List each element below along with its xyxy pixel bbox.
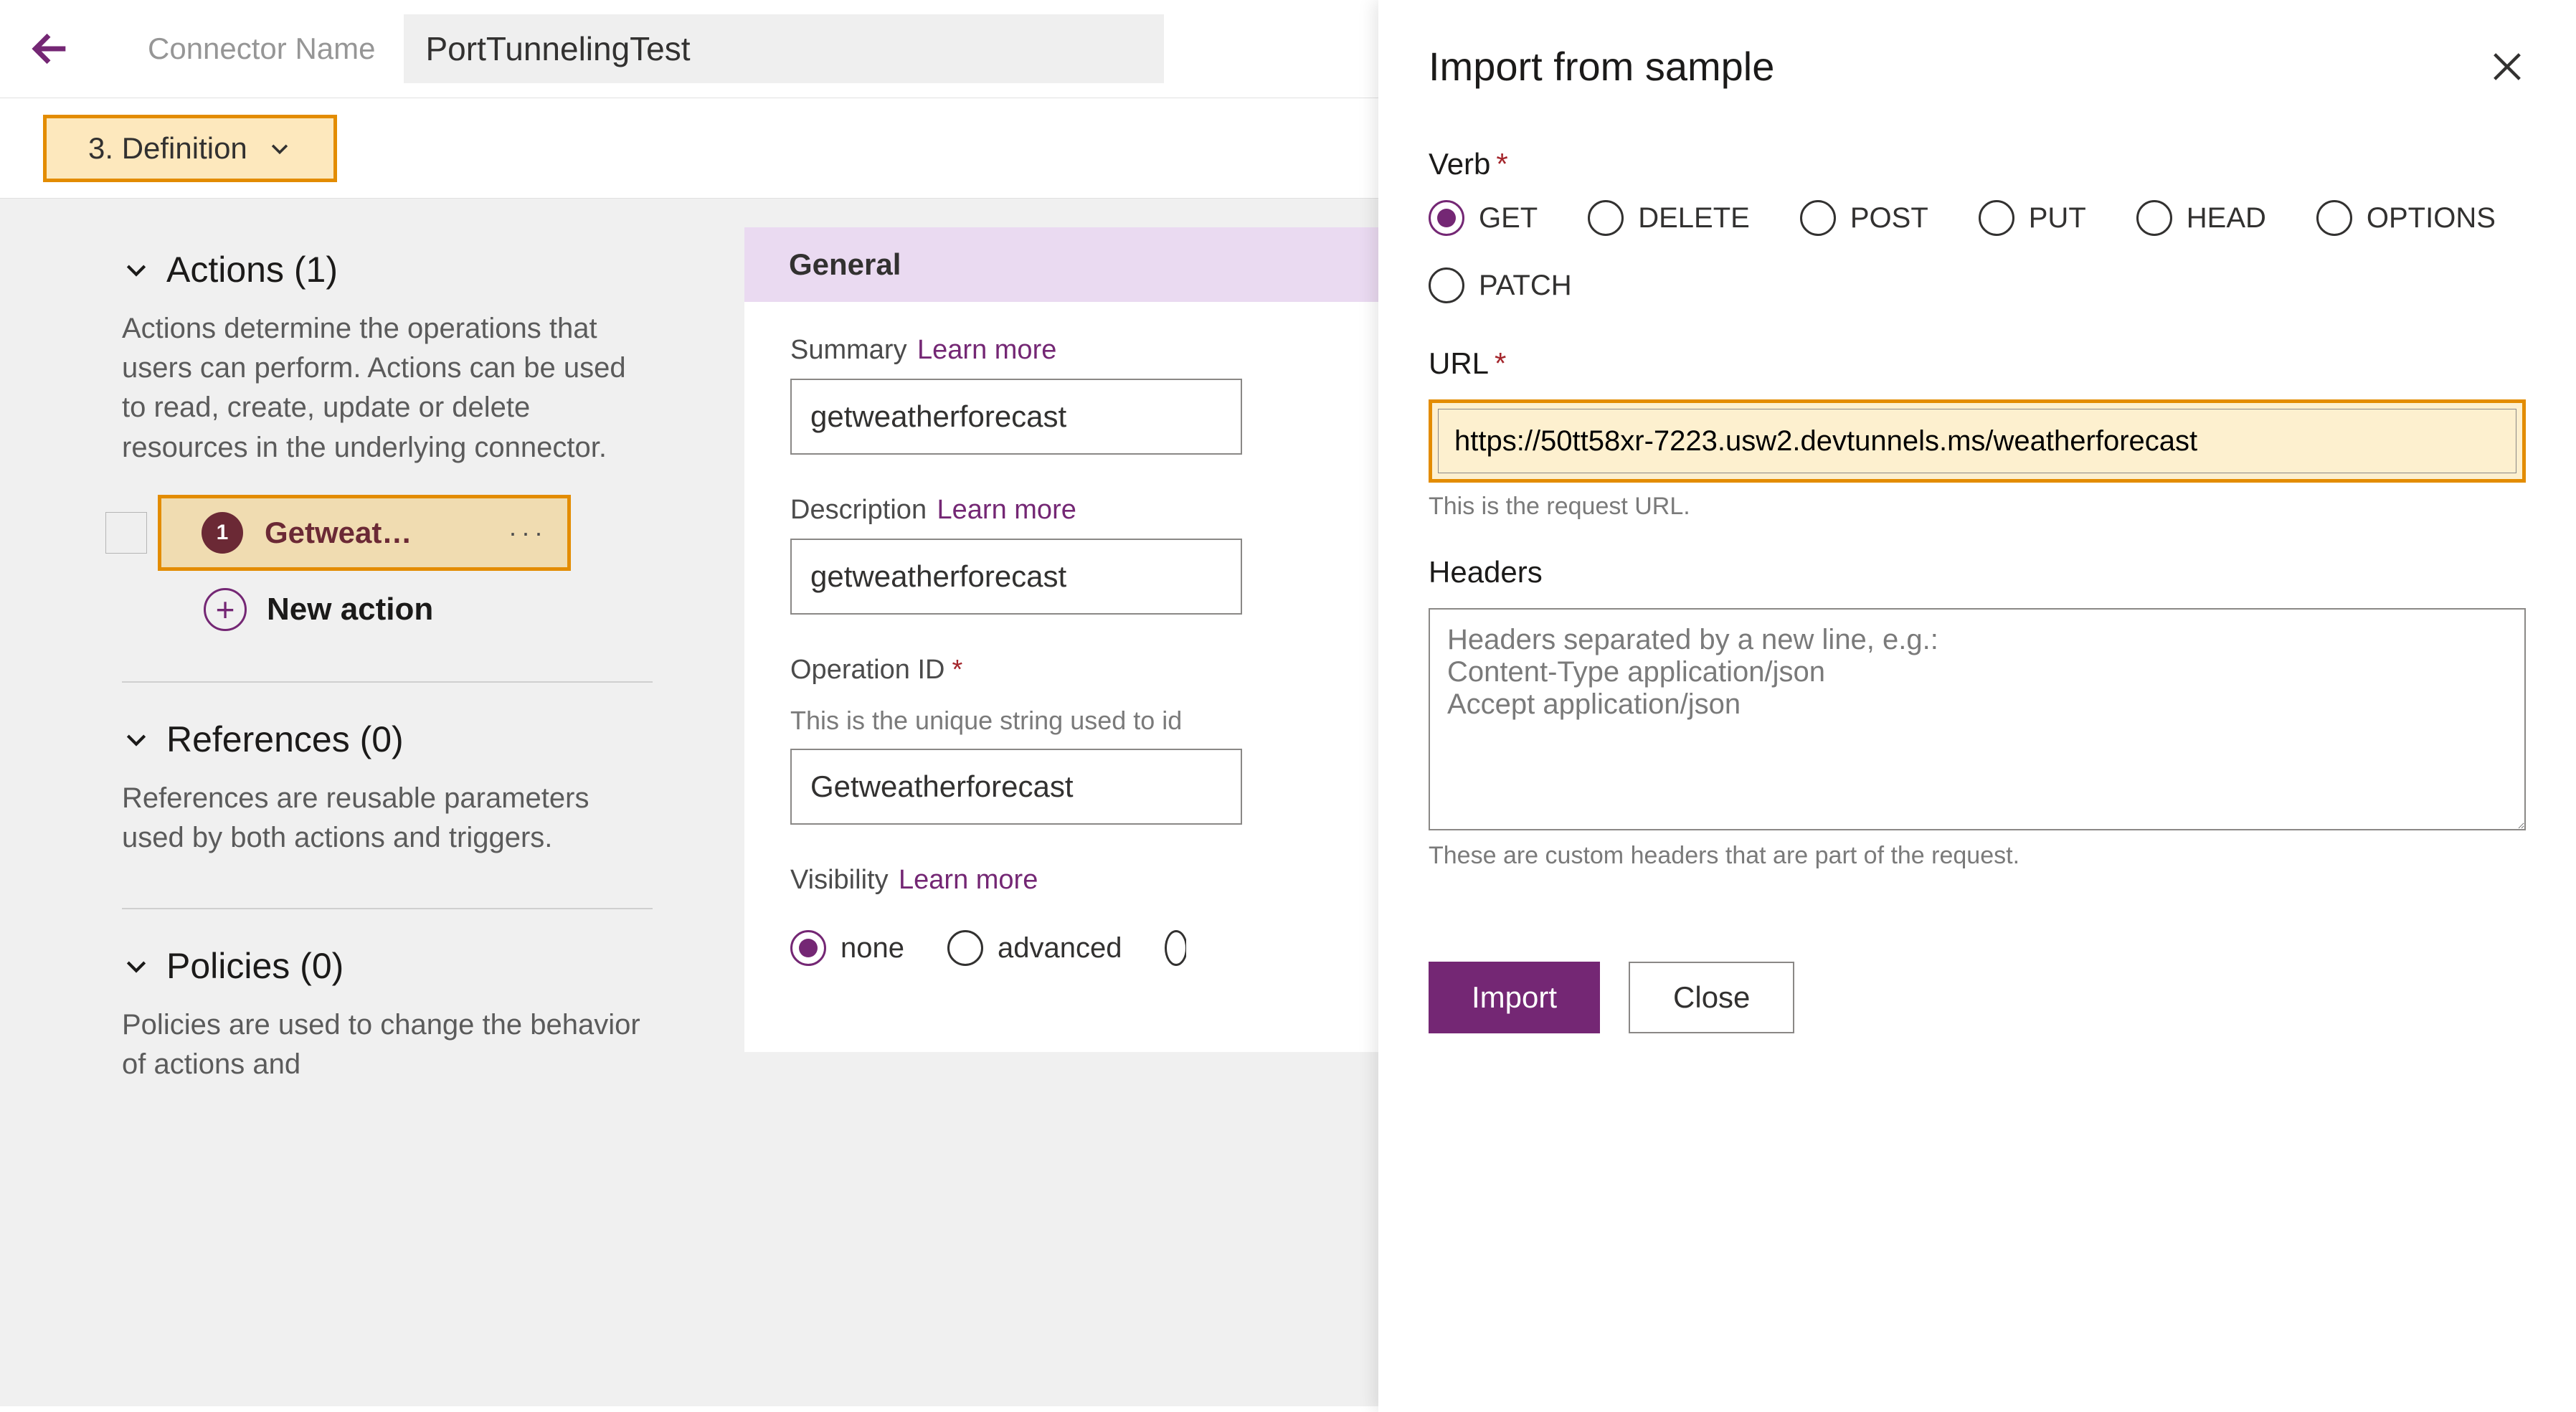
new-action[interactable]: + New action: [204, 588, 653, 631]
section-policies-header[interactable]: Policies (0): [122, 945, 653, 987]
chevron-down-icon: [267, 136, 292, 161]
summary-learn-more[interactable]: Learn more: [917, 335, 1056, 365]
panel-title: Import from sample: [1429, 43, 1774, 90]
verb-label-text: POST: [1850, 202, 1928, 234]
separator: [122, 681, 653, 683]
description-label: Description: [790, 495, 927, 526]
verb-delete[interactable]: DELETE: [1588, 200, 1750, 236]
section-references-desc: References are reusable parameters used …: [122, 779, 653, 858]
verb-label: Verb*: [1429, 147, 2526, 181]
verb-label-text: GET: [1479, 202, 1538, 234]
section-references-title: References (0): [166, 719, 404, 760]
verb-patch[interactable]: PATCH: [1429, 267, 1572, 303]
visibility-learn-more[interactable]: Learn more: [899, 865, 1038, 895]
chevron-down-icon: [122, 255, 151, 284]
connector-name-input[interactable]: [404, 14, 1164, 83]
visibility-none[interactable]: none: [790, 930, 904, 966]
section-policies-title: Policies (0): [166, 945, 344, 987]
headers-help: These are custom headers that are part o…: [1429, 842, 2526, 870]
url-help: This is the request URL.: [1429, 493, 2526, 521]
verb-radio-group: GET DELETE POST PUT HEAD OPTIONS PATCH: [1429, 200, 2526, 303]
section-policies-desc: Policies are used to change the behavior…: [122, 1005, 653, 1084]
new-action-label: New action: [267, 592, 433, 627]
section-actions-title: Actions (1): [166, 249, 338, 290]
plus-icon: +: [204, 588, 247, 631]
summary-input[interactable]: [790, 379, 1242, 455]
action-item[interactable]: 1 Getweat… ···: [158, 495, 571, 571]
operation-id-input[interactable]: [790, 749, 1242, 825]
section-references-header[interactable]: References (0): [122, 719, 653, 760]
description-learn-more[interactable]: Learn more: [937, 495, 1076, 525]
verb-put[interactable]: PUT: [1979, 200, 2086, 236]
close-button[interactable]: Close: [1629, 962, 1794, 1033]
close-icon[interactable]: [2489, 48, 2526, 85]
verb-head[interactable]: HEAD: [2136, 200, 2266, 236]
chevron-down-icon: [122, 952, 151, 980]
verb-label-text: DELETE: [1638, 202, 1750, 234]
verb-label-text: PATCH: [1479, 270, 1572, 302]
visibility-advanced-label: advanced: [998, 932, 1122, 965]
headers-textarea[interactable]: [1429, 608, 2526, 830]
visibility-label: Visibility: [790, 865, 889, 896]
summary-label: Summary: [790, 335, 907, 366]
verb-label-text: HEAD: [2187, 202, 2266, 234]
step-label: 3. Definition: [88, 131, 247, 166]
verb-label-text: OPTIONS: [2367, 202, 2496, 234]
import-panel: Import from sample Verb* GET DELETE POST PU…: [1378, 0, 2576, 1412]
visibility-extra[interactable]: [1165, 930, 1186, 966]
verb-get[interactable]: GET: [1429, 200, 1538, 236]
verb-post[interactable]: POST: [1800, 200, 1928, 236]
step-definition[interactable]: 3. Definition: [43, 115, 337, 182]
visibility-advanced[interactable]: advanced: [947, 930, 1122, 966]
action-more-icon[interactable]: ···: [508, 518, 547, 548]
verb-label-text: PUT: [2029, 202, 2086, 234]
description-input[interactable]: [790, 539, 1242, 615]
url-input[interactable]: [1438, 409, 2516, 473]
back-icon[interactable]: [29, 29, 69, 69]
connector-name-label: Connector Name: [148, 32, 375, 66]
separator: [122, 908, 653, 909]
section-actions-header[interactable]: Actions (1): [122, 249, 653, 290]
verb-options[interactable]: OPTIONS: [2316, 200, 2496, 236]
left-column: Actions (1) Actions determine the operat…: [0, 199, 717, 1406]
headers-label: Headers: [1429, 555, 2526, 589]
visibility-none-label: none: [840, 932, 904, 965]
chevron-down-icon: [122, 725, 151, 754]
action-checkbox[interactable]: [105, 512, 147, 554]
import-button[interactable]: Import: [1429, 962, 1600, 1033]
action-label: Getweat…: [265, 516, 487, 550]
action-badge: 1: [202, 512, 243, 554]
url-label: URL*: [1429, 346, 2526, 381]
section-actions-desc: Actions determine the operations that us…: [122, 309, 653, 468]
operation-id-label: Operation ID*: [790, 655, 962, 686]
url-highlight: [1429, 399, 2526, 483]
